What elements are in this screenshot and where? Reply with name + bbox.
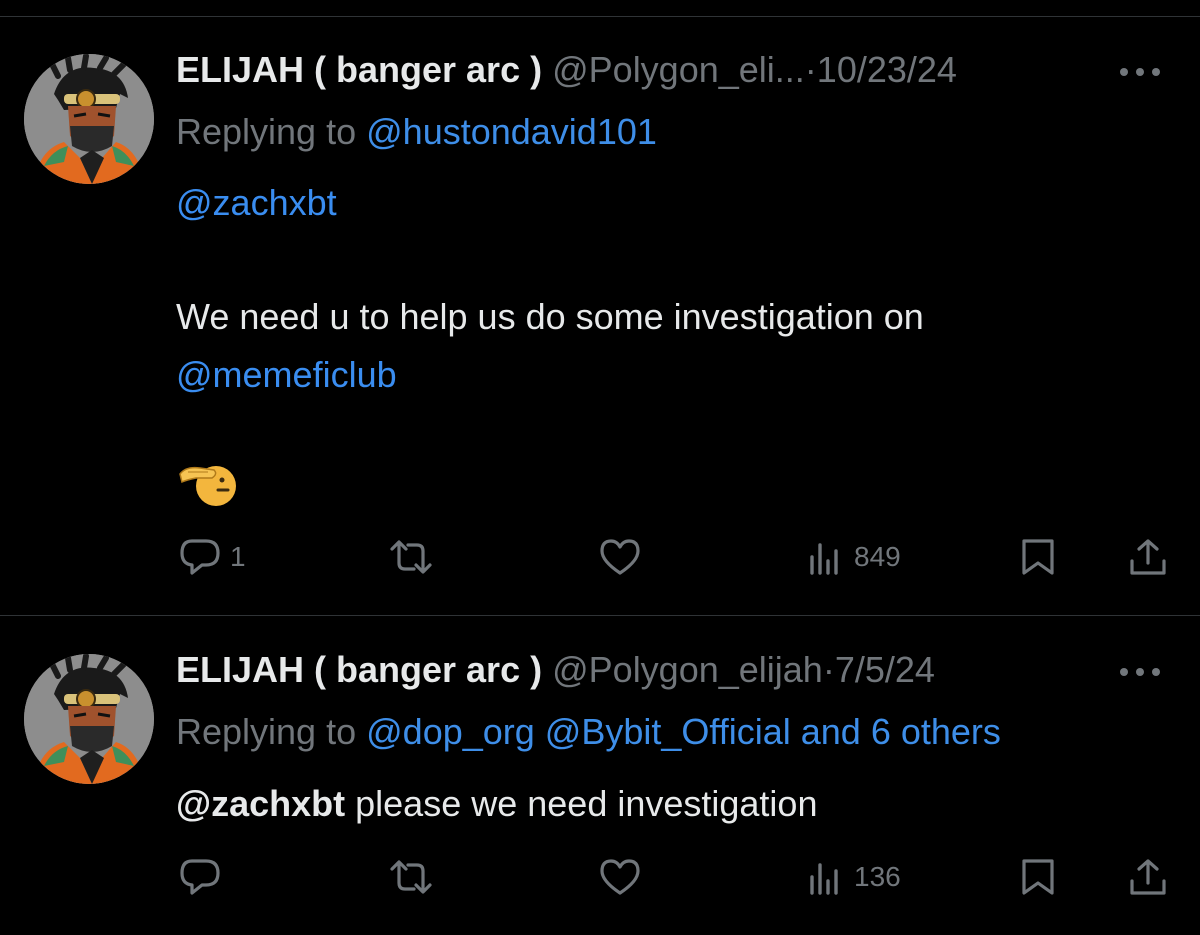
reply-button[interactable]: 1	[178, 537, 246, 577]
views-button[interactable]: 849	[806, 537, 901, 577]
replying-prefix: Replying to	[176, 111, 357, 152]
tweet-text-line-3: @memeficlub	[176, 346, 397, 404]
tweet-divider	[0, 615, 1200, 616]
heart-icon	[600, 539, 640, 575]
display-name[interactable]: ELIJAH ( banger arc )	[176, 649, 542, 690]
like-button[interactable]	[598, 537, 642, 577]
views-count: 849	[854, 541, 901, 572]
bookmark-button[interactable]	[1018, 857, 1058, 897]
user-handle[interactable]: @Polygon_elijah	[552, 649, 823, 690]
mention-link[interactable]: @zachxbt	[176, 182, 337, 223]
views-button[interactable]: 136	[806, 857, 901, 897]
views-chart-icon	[810, 863, 838, 895]
separator-dot: ·	[804, 49, 817, 90]
tweet-date[interactable]: 10/23/24	[817, 49, 957, 90]
views-chart-icon	[810, 543, 838, 575]
share-button[interactable]	[1128, 857, 1168, 897]
separator-dot: ·	[822, 649, 835, 690]
share-icon	[1130, 859, 1166, 895]
retweet-icon	[390, 860, 432, 894]
tweet-header: ELIJAH ( banger arc ) @Polygon_elijah·7/…	[176, 648, 935, 692]
retweet-button[interactable]	[388, 857, 434, 897]
tweet-text-line-1: @zachxbt	[176, 174, 337, 232]
avatar[interactable]	[24, 54, 154, 184]
share-icon	[1130, 539, 1166, 575]
tweet-text-line-2: We need u to help us do some investigati…	[176, 296, 924, 337]
retweet-icon	[390, 540, 432, 574]
share-button[interactable]	[1128, 537, 1168, 577]
tweet-header: ELIJAH ( banger arc ) @Polygon_eli...·10…	[176, 48, 957, 92]
bookmark-icon	[1022, 539, 1054, 575]
replying-to-link[interactable]: @dop_org @Bybit_Official and 6 others	[366, 711, 1001, 752]
display-name[interactable]: ELIJAH ( banger arc )	[176, 49, 542, 90]
replying-prefix: Replying to	[176, 711, 357, 752]
more-dots-icon[interactable]	[1120, 666, 1160, 678]
user-handle[interactable]: @Polygon_eli...	[552, 49, 805, 90]
tweet-text-body: please we need investigation	[345, 783, 818, 824]
like-button[interactable]	[598, 857, 642, 897]
reply-count: 1	[230, 541, 246, 572]
retweet-button[interactable]	[388, 537, 434, 577]
replying-to-link[interactable]: @hustondavid101	[366, 111, 657, 152]
replying-to: Replying to @dop_org @Bybit_Official and…	[176, 710, 1001, 754]
heart-icon	[600, 859, 640, 895]
replying-to: Replying to @hustondavid101	[176, 110, 657, 154]
saluting-hand-emoji	[178, 460, 236, 506]
mention-link[interactable]: @memeficlub	[176, 354, 397, 395]
mention-link[interactable]: @zachxbt	[176, 783, 345, 824]
tweet-text: @zachxbt please we need investigation	[176, 775, 817, 833]
bookmark-icon	[1022, 859, 1054, 895]
reply-icon	[180, 859, 220, 895]
more-dots-icon[interactable]	[1120, 66, 1160, 78]
top-divider	[0, 16, 1200, 17]
reply-icon	[180, 539, 220, 575]
avatar[interactable]	[24, 654, 154, 784]
avatar-illustration	[24, 654, 154, 784]
reply-button[interactable]	[178, 857, 230, 897]
tweet-date[interactable]: 7/5/24	[835, 649, 935, 690]
views-count: 136	[854, 861, 901, 892]
avatar-illustration	[24, 54, 154, 184]
bookmark-button[interactable]	[1018, 537, 1058, 577]
